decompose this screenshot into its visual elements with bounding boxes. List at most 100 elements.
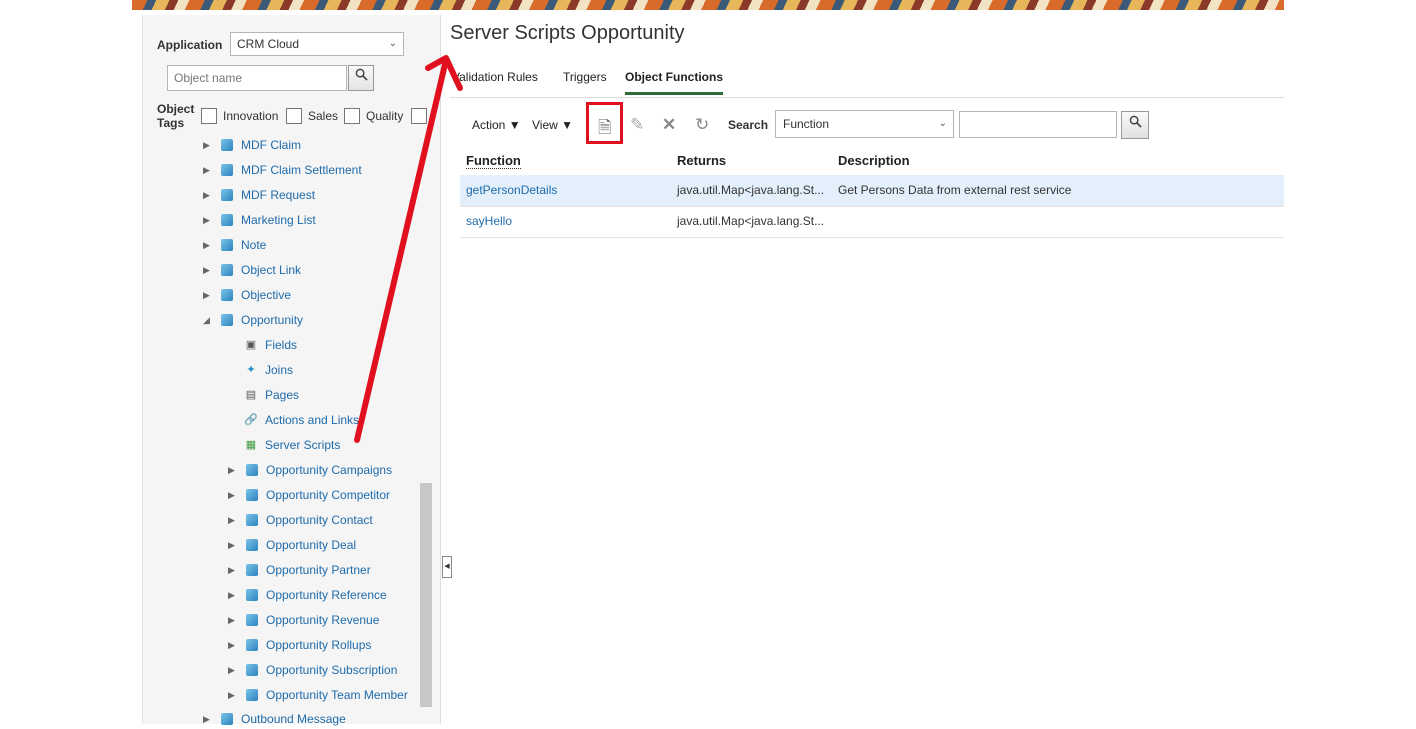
tree-item-opportunity-partner[interactable]: ▶ Opportunity Partner: [228, 560, 371, 580]
function-link[interactable]: getPersonDetails: [466, 183, 557, 197]
tree-item-opportunity-competitor[interactable]: ▶ Opportunity Competitor: [228, 485, 390, 505]
expand-icon: ▶: [203, 713, 210, 724]
object-icon: [221, 164, 233, 176]
object-icon: [221, 289, 233, 301]
object-icon: [246, 514, 258, 526]
object-name-input[interactable]: Object name: [167, 65, 347, 91]
object-icon: [221, 314, 233, 326]
tree-item-opportunity-campaigns[interactable]: ▶ Opportunity Campaigns: [228, 460, 392, 480]
tree-item-mdf-claim[interactable]: ▶ MDF Claim: [203, 135, 301, 155]
expand-icon: ▶: [203, 189, 210, 200]
object-icon: [221, 214, 233, 226]
expand-icon: ▶: [228, 614, 235, 625]
object-icon: [221, 189, 233, 201]
object-icon: [246, 689, 258, 701]
tag-label-sales: Sales: [308, 109, 339, 123]
object-search-button[interactable]: [348, 65, 374, 91]
tag-checkbox-quality[interactable]: [344, 108, 360, 124]
page-title: Server Scripts Opportunity: [450, 22, 685, 44]
tree-item-marketing-list[interactable]: ▶ Marketing List: [203, 210, 316, 230]
table-row[interactable]: sayHello java.util.Map<java.lang.St...: [460, 206, 1284, 238]
tree-item-opportunity-subscription[interactable]: ▶ Opportunity Subscription: [228, 660, 397, 680]
tree-item-note[interactable]: ▶ Note: [203, 235, 266, 255]
tree-item-opportunity-revenue[interactable]: ▶ Opportunity Revenue: [228, 610, 379, 630]
column-header-function[interactable]: Function: [466, 153, 521, 169]
chevron-down-icon: ⌄: [388, 38, 397, 49]
tree-item-actions-and-links[interactable]: 🔗 Actions and Links: [244, 410, 359, 430]
tag-checkbox-innovation[interactable]: [201, 108, 217, 124]
search-label: Search: [728, 118, 769, 132]
tree-item-server-scripts[interactable]: ▦ Server Scripts: [244, 435, 341, 455]
refresh-icon[interactable]: ↻: [695, 115, 709, 135]
panel-collapse-button[interactable]: ◀: [442, 556, 452, 578]
tree-item-fields[interactable]: ▣ Fields: [244, 335, 297, 355]
link-icon: 🔗: [244, 414, 258, 426]
expand-icon: ▶: [203, 264, 210, 275]
tree-item-joins[interactable]: ✦ Joins: [244, 360, 293, 380]
search-icon: [1129, 115, 1142, 128]
search-input[interactable]: [959, 111, 1117, 138]
object-icon: [246, 489, 258, 501]
object-icon: [246, 639, 258, 651]
object-icon: [221, 713, 233, 725]
expand-icon: ▶: [228, 589, 235, 600]
object-icon: [246, 564, 258, 576]
tree-scrollbar[interactable]: [420, 483, 432, 707]
tree-item-pages[interactable]: ▤ Pages: [244, 385, 299, 405]
tab-bar: Validation Rules Triggers Object Functio…: [450, 68, 1284, 98]
function-link[interactable]: sayHello: [466, 214, 512, 228]
expand-icon: ▶: [203, 239, 210, 250]
tree-item-mdf-claim-settlement[interactable]: ▶ MDF Claim Settlement: [203, 160, 362, 180]
application-label: Application: [157, 38, 223, 52]
tree-item-mdf-request[interactable]: ▶ MDF Request: [203, 185, 315, 205]
tab-object-functions[interactable]: Object Functions: [625, 70, 724, 95]
expand-icon: ▶: [228, 639, 235, 650]
returns-cell: java.util.Map<java.lang.St...: [677, 183, 825, 197]
view-menu[interactable]: View ▼: [532, 118, 573, 132]
fields-icon: ▣: [245, 339, 257, 351]
column-header-returns[interactable]: Returns: [677, 153, 726, 168]
expand-icon: ▶: [203, 164, 210, 175]
header-banner: [132, 0, 1284, 10]
search-field-select[interactable]: Function ⌄: [775, 110, 954, 138]
tree-item-object-link[interactable]: ▶ Object Link: [203, 260, 301, 280]
tag-label-innovation: Innovation: [223, 109, 279, 123]
tree-item-opportunity-reference[interactable]: ▶ Opportunity Reference: [228, 585, 387, 605]
tab-validation-rules[interactable]: Validation Rules: [452, 70, 538, 84]
expand-icon: ▶: [228, 539, 235, 550]
table-row[interactable]: getPersonDetails java.util.Map<java.lang…: [460, 175, 1284, 207]
tree-item-objective[interactable]: ▶ Objective: [203, 285, 291, 305]
expand-icon: ▶: [203, 289, 210, 300]
expand-icon: ▶: [228, 689, 235, 700]
create-button-highlight: [586, 102, 623, 144]
action-menu[interactable]: Action ▼: [472, 118, 521, 132]
application-value: CRM Cloud: [237, 37, 300, 51]
collapse-icon: ◢: [203, 314, 210, 325]
pages-icon: ▤: [245, 389, 257, 401]
tag-checkbox-sales[interactable]: [286, 108, 302, 124]
tab-triggers[interactable]: Triggers: [563, 70, 607, 84]
server-scripts-icon: ▦: [245, 439, 257, 451]
joins-icon: ✦: [246, 364, 256, 376]
expand-icon: ▶: [203, 139, 210, 150]
tree-item-opportunity-contact[interactable]: ▶ Opportunity Contact: [228, 510, 373, 530]
tree-item-opportunity[interactable]: ◢ Opportunity: [203, 310, 303, 330]
tag-checkbox-more[interactable]: [411, 108, 427, 124]
tree-item-opportunity-rollups[interactable]: ▶ Opportunity Rollups: [228, 635, 371, 655]
expand-icon: ▶: [228, 564, 235, 575]
object-icon: [221, 264, 233, 276]
application-select[interactable]: CRM Cloud ⌄: [230, 32, 404, 56]
search-button[interactable]: [1121, 111, 1149, 139]
tree-item-outbound-message[interactable]: ▶ Outbound Message: [203, 709, 346, 729]
expand-icon: ▶: [228, 464, 235, 475]
delete-icon[interactable]: ✕: [662, 115, 676, 135]
tree-item-opportunity-team-member[interactable]: ▶ Opportunity Team Member: [228, 685, 408, 705]
chevron-down-icon: ⌄: [938, 118, 947, 129]
expand-icon: ▶: [228, 489, 235, 500]
column-header-description[interactable]: Description: [838, 153, 910, 168]
tree-item-opportunity-deal[interactable]: ▶ Opportunity Deal: [228, 535, 356, 555]
left-panel: Application CRM Cloud ⌄ Object name Obje…: [142, 15, 441, 726]
edit-icon[interactable]: ✎: [630, 115, 644, 135]
object-icon: [246, 614, 258, 626]
object-icon: [246, 664, 258, 676]
